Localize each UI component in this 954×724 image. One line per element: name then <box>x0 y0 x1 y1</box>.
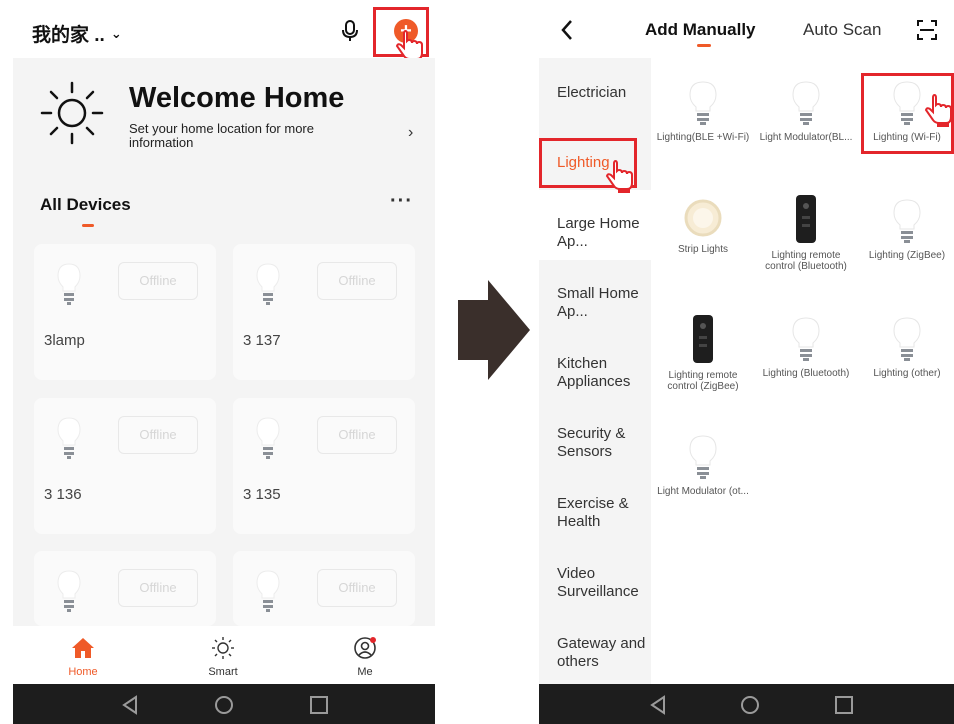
microphone-icon[interactable] <box>341 20 359 42</box>
category-item[interactable]: Large Home Ap... <box>557 215 649 251</box>
device-card[interactable]: Offline <box>34 551 216 626</box>
device-name: 3 136 <box>44 486 82 503</box>
product-label: Light Modulator (ot... <box>657 486 749 497</box>
device-card[interactable]: Offline 3lamp <box>34 244 216 380</box>
product-item[interactable]: Lighting(BLE +Wi-Fi) <box>653 80 753 143</box>
product-item[interactable]: Strip Lights <box>653 198 753 255</box>
category-item[interactable]: Kitchen Appliances <box>557 355 649 391</box>
status-badge: Offline <box>317 416 397 454</box>
device-card[interactable]: Offline 3 137 <box>233 244 415 380</box>
product-item[interactable]: Lighting (ZigBee) <box>857 198 954 261</box>
section-title: All Devices <box>40 195 131 214</box>
bulb-icon <box>893 317 921 361</box>
more-options-icon[interactable]: ··· <box>390 190 413 213</box>
tab-me[interactable]: Me <box>325 626 405 684</box>
tab-auto-scan[interactable]: Auto Scan <box>803 20 881 40</box>
home-nav-icon[interactable] <box>213 694 235 716</box>
bottom-tab-bar: Home Smart Me <box>13 626 435 684</box>
remote-icon <box>796 195 816 243</box>
product-label: Strip Lights <box>677 244 729 255</box>
welcome-banner[interactable]: Welcome Home Set your home location for … <box>13 58 435 168</box>
category-item[interactable]: Gateway and others <box>557 635 649 671</box>
chevron-right-icon: › <box>408 124 414 141</box>
category-item[interactable]: Electrician <box>557 84 649 102</box>
status-badge: Offline <box>317 569 397 607</box>
status-badge: Offline <box>317 262 397 300</box>
device-name: 3 135 <box>243 486 281 503</box>
sun-icon <box>212 637 234 659</box>
bulb-icon <box>256 570 280 612</box>
home-selector[interactable]: 我的家 .. ⌄ <box>32 20 122 47</box>
tab-home[interactable]: Home <box>43 626 123 684</box>
tab-label: Me <box>357 666 373 678</box>
product-label: Light Modulator(BL... <box>759 132 853 143</box>
system-nav-bar <box>13 684 435 724</box>
arrow-right-icon <box>458 280 530 380</box>
product-item[interactable]: Light Modulator(BL... <box>756 80 856 143</box>
bulb-icon <box>893 199 921 243</box>
pointer-hand-icon <box>605 160 633 193</box>
product-item[interactable]: Lighting remote control (ZigBee) <box>653 314 753 392</box>
bulb-icon <box>792 81 820 125</box>
welcome-title: Welcome Home <box>129 82 345 114</box>
product-label: Lighting (other) <box>873 368 941 379</box>
tab-smart[interactable]: Smart <box>183 626 263 684</box>
bulb-icon <box>57 263 81 305</box>
product-item[interactable]: Lighting remote control (Bluetooth) <box>756 194 856 272</box>
home-icon <box>72 638 94 658</box>
bulb-icon <box>689 435 717 479</box>
product-item[interactable]: Lighting (other) <box>857 316 954 379</box>
product-item[interactable]: Lighting (Bluetooth) <box>756 316 856 379</box>
bulb-icon <box>57 570 81 612</box>
active-tab-underline <box>697 44 711 47</box>
device-name: 3 137 <box>243 332 281 349</box>
product-item[interactable]: Light Modulator (ot... <box>653 434 753 497</box>
bulb-icon <box>256 417 280 459</box>
device-card[interactable]: Offline <box>233 551 415 626</box>
product-label: Lighting (ZigBee) <box>868 250 946 261</box>
add-device-screen: Add Manually Auto Scan Electrician Light… <box>539 0 954 724</box>
product-label: Lighting remote control (Bluetooth) <box>765 250 847 272</box>
chevron-down-icon: ⌄ <box>110 25 122 41</box>
status-badge: Offline <box>118 416 198 454</box>
device-card[interactable]: Offline 3 135 <box>233 398 415 534</box>
home-name-label: 我的家 .. <box>32 25 105 46</box>
section-underline <box>82 224 94 227</box>
welcome-subtitle: Set your home location for more informat… <box>129 121 314 150</box>
recents-nav-icon[interactable] <box>833 694 855 716</box>
bulb-icon <box>792 317 820 361</box>
pointer-hand-icon <box>924 94 952 127</box>
back-arrow-icon[interactable] <box>559 18 575 42</box>
user-icon <box>354 637 376 659</box>
status-badge: Offline <box>118 569 198 607</box>
bulb-icon <box>256 263 280 305</box>
tab-add-manually[interactable]: Add Manually <box>645 20 756 40</box>
device-card[interactable]: Offline 3 136 <box>34 398 216 534</box>
product-label: Lighting (Bluetooth) <box>762 368 850 379</box>
remote-icon <box>693 315 713 363</box>
product-label: Lighting remote control (ZigBee) <box>667 370 739 392</box>
home-header: 我的家 .. ⌄ + <box>13 0 435 58</box>
system-nav-bar <box>539 684 954 724</box>
sun-icon <box>40 81 104 145</box>
category-item[interactable]: Exercise & Health <box>557 495 649 531</box>
strip-lights-icon <box>684 199 722 237</box>
category-item[interactable]: Small Home Ap... <box>557 285 649 321</box>
back-nav-icon[interactable] <box>119 694 141 716</box>
home-screen: 我的家 .. ⌄ + Welcome Home Set your home lo… <box>13 0 435 724</box>
recents-nav-icon[interactable] <box>308 694 330 716</box>
product-label: Lighting(BLE +Wi-Fi) <box>656 132 750 143</box>
tab-label: Smart <box>208 666 238 678</box>
bulb-icon <box>57 417 81 459</box>
back-nav-icon[interactable] <box>647 694 669 716</box>
device-name: 3lamp <box>44 332 85 349</box>
bulb-icon <box>689 81 717 125</box>
category-item[interactable]: Security & Sensors <box>557 425 649 461</box>
home-nav-icon[interactable] <box>739 694 761 716</box>
status-badge: Offline <box>118 262 198 300</box>
tab-label: Home <box>68 666 98 678</box>
category-item[interactable]: Video Surveillance <box>557 565 649 601</box>
scan-icon[interactable] <box>916 19 938 41</box>
